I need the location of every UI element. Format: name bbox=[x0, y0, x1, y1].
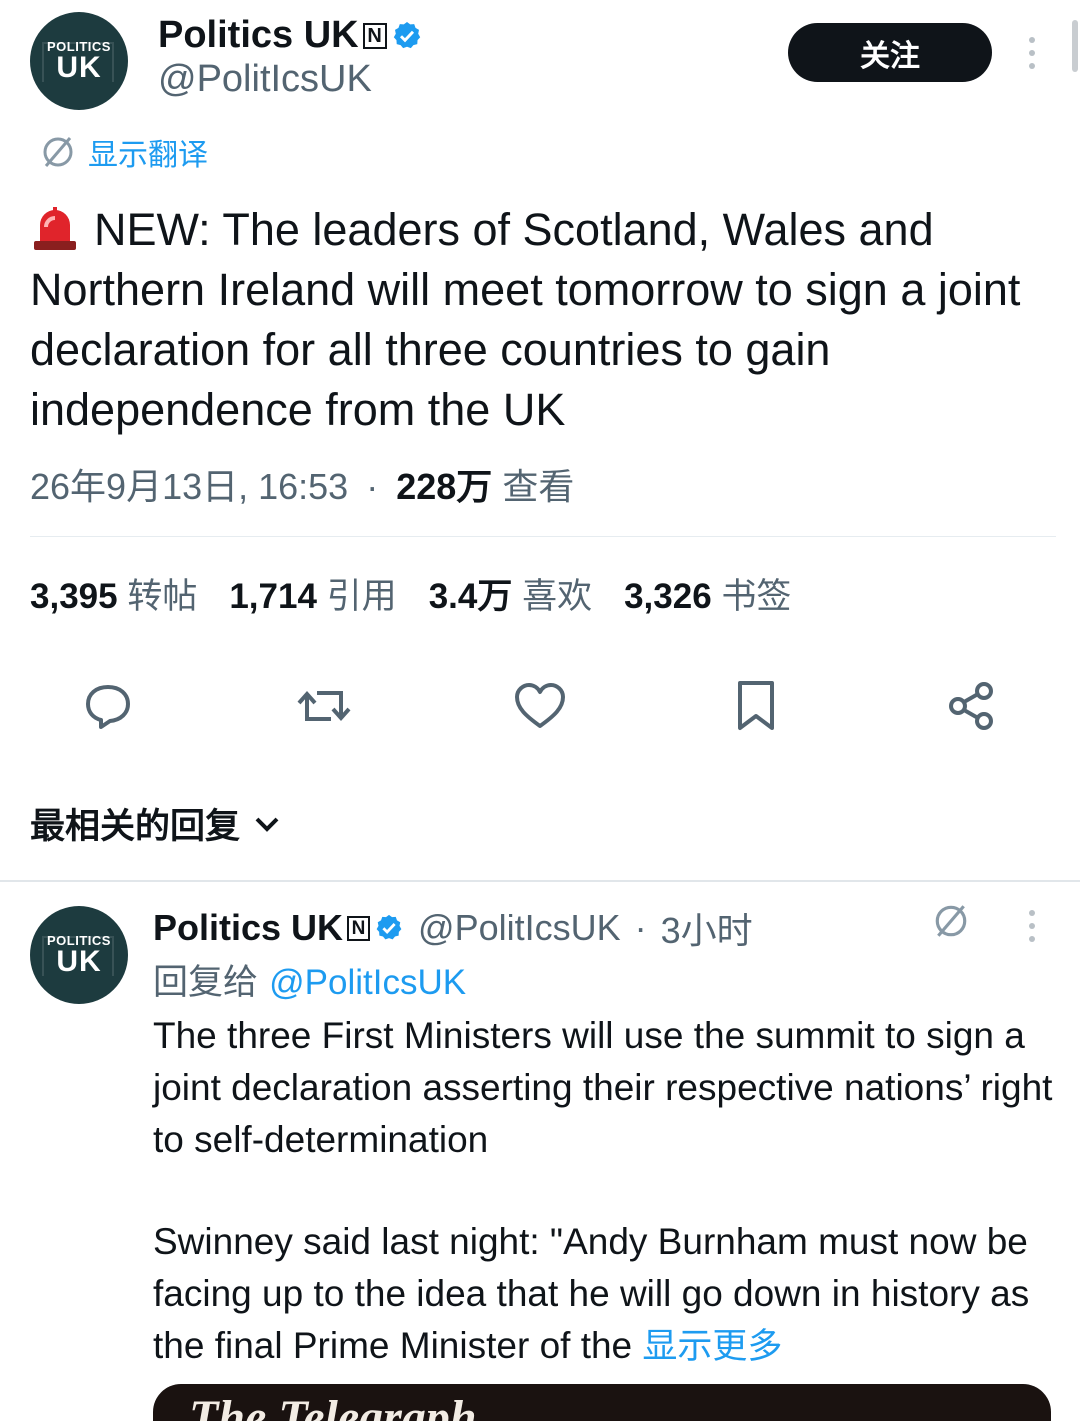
reply-author-name[interactable]: Politics UK bbox=[153, 907, 343, 949]
translate-icon bbox=[43, 137, 73, 167]
police-siren-icon bbox=[34, 207, 76, 250]
reply-more-options-icon[interactable] bbox=[1027, 910, 1037, 942]
replying-to: 回复给 @PolitIcsUK bbox=[153, 954, 466, 1005]
bookmark-icon bbox=[738, 681, 774, 730]
avatar-building-graphic bbox=[42, 42, 114, 82]
replying-to-label: 回复给 bbox=[153, 963, 259, 1003]
show-translation-label: 显示翻译 bbox=[88, 138, 208, 173]
stat-likes[interactable]: 3.4万 喜欢 bbox=[429, 568, 592, 619]
stat-reposts-label: 转帖 bbox=[127, 577, 198, 616]
tweet-meta: 26年9月13日, 16:53 · 228万 查看 bbox=[30, 458, 574, 510]
author-avatar[interactable]: POLITICS UK bbox=[30, 12, 128, 110]
reply-separator: · bbox=[634, 907, 647, 948]
share-button[interactable] bbox=[944, 678, 1000, 734]
stat-bookmarks[interactable]: 3,326 书签 bbox=[624, 568, 791, 619]
stat-reposts[interactable]: 3,395 转帖 bbox=[30, 568, 197, 619]
reply-icon bbox=[86, 685, 130, 729]
verified-badge-icon bbox=[393, 21, 420, 48]
stat-likes-label: 喜欢 bbox=[522, 577, 593, 616]
n-badge-icon: N bbox=[362, 22, 387, 49]
show-translation-link[interactable]: 显示翻译 bbox=[40, 130, 208, 174]
repost-icon bbox=[297, 690, 351, 722]
author-name: Politics UK bbox=[158, 14, 359, 56]
reply-verified-badge-icon bbox=[376, 914, 402, 940]
reply-paragraph-2-text: Swinney said last night: "Andy Burnham m… bbox=[153, 1221, 1030, 1366]
reply-paragraph-1: The three First Ministers will use the s… bbox=[153, 1015, 1053, 1160]
reply-author-handle[interactable]: @PolitIcsUK bbox=[418, 907, 621, 949]
author-name-row[interactable]: Politics UK N bbox=[158, 14, 423, 57]
like-button[interactable] bbox=[512, 678, 568, 734]
share-icon bbox=[949, 682, 993, 730]
engagement-stats: 3,395 转帖 1,714 引用 3.4万 喜欢 3,326 书签 bbox=[30, 568, 791, 619]
author-handle[interactable]: @PolitIcsUK bbox=[158, 58, 372, 101]
reply-button[interactable] bbox=[80, 678, 136, 734]
tweet-body: NEW: The leaders of Scotland, Wales and … bbox=[30, 204, 1021, 435]
chevron-down-icon bbox=[255, 817, 279, 832]
meta-separator: · bbox=[366, 466, 379, 507]
stat-quotes-label: 引用 bbox=[326, 577, 397, 616]
stat-quotes[interactable]: 1,714 引用 bbox=[229, 568, 396, 619]
tweet-text: NEW: The leaders of Scotland, Wales and … bbox=[30, 200, 1040, 440]
views-label: 查看 bbox=[502, 466, 575, 507]
reply-paragraph-2: Swinney said last night: "Andy Burnham m… bbox=[153, 1216, 1053, 1373]
views-count: 228万 bbox=[396, 466, 493, 507]
replying-to-handle[interactable]: @PolitIcsUK bbox=[269, 963, 466, 1002]
reply-header: Politics UK N @PolitIcsUK · 3小时 bbox=[153, 902, 753, 954]
reply-author-avatar[interactable]: POLITICS UK bbox=[30, 906, 128, 1004]
stat-reposts-count: 3,395 bbox=[30, 577, 118, 616]
stat-quotes-count: 1,714 bbox=[229, 577, 317, 616]
repost-button[interactable] bbox=[296, 678, 352, 734]
stat-bookmarks-count: 3,326 bbox=[624, 577, 712, 616]
divider-top bbox=[30, 536, 1056, 537]
reply-n-badge-icon: N bbox=[347, 915, 371, 941]
divider-replies bbox=[0, 880, 1080, 882]
replies-sort-dropdown[interactable]: 最相关的回复 bbox=[30, 798, 280, 849]
more-options-icon[interactable] bbox=[1027, 37, 1037, 69]
tweet-timestamp[interactable]: 26年9月13日, 16:53 bbox=[30, 466, 348, 507]
reply-media-card[interactable]: The Telegraph bbox=[153, 1384, 1051, 1421]
stat-bookmarks-label: 书签 bbox=[721, 577, 792, 616]
bookmark-button[interactable] bbox=[728, 678, 784, 734]
stat-likes-count: 3.4万 bbox=[428, 577, 513, 616]
replies-sort-label: 最相关的回复 bbox=[30, 807, 241, 847]
media-masthead: The Telegraph bbox=[189, 1391, 477, 1421]
reply-avatar-building-graphic bbox=[42, 936, 114, 976]
follow-button[interactable]: 关注 bbox=[788, 23, 992, 82]
reply-time[interactable]: 3小时 bbox=[661, 902, 753, 954]
reply-translate-icon[interactable] bbox=[932, 902, 970, 940]
like-icon bbox=[515, 683, 565, 728]
scrollbar-thumb[interactable] bbox=[1072, 20, 1078, 72]
show-more-link[interactable]: 显示更多 bbox=[642, 1327, 782, 1367]
